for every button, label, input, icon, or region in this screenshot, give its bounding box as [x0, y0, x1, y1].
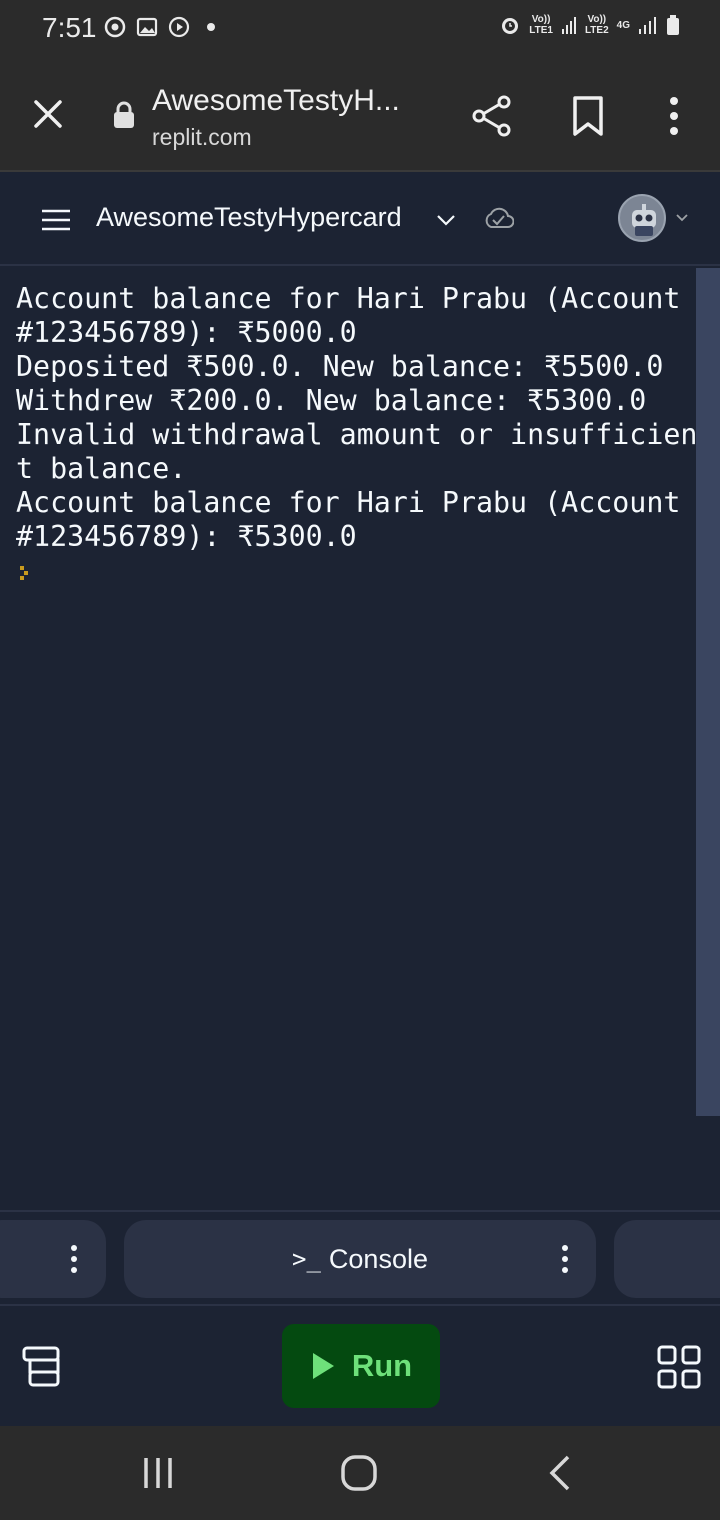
dot-icon [207, 23, 215, 31]
back-icon[interactable] [548, 1454, 572, 1492]
network-lte1: Vo)) LTE1 [529, 14, 553, 36]
console-line: Account balance for Hari Prabu (Account [16, 486, 681, 519]
play-circle-icon [168, 16, 190, 38]
status-bar: 7:51 Vo)) LTE1 Vo)) LTE2 4G [0, 0, 720, 60]
close-icon[interactable] [30, 96, 66, 132]
signal-icon [561, 17, 576, 34]
run-button[interactable]: Run [282, 1324, 440, 1408]
console-line: Invalid withdrawal amount or insufficien [16, 418, 698, 451]
tab-right[interactable] [614, 1220, 720, 1298]
system-icons: Vo)) LTE1 Vo)) LTE2 4G [499, 14, 680, 36]
chrome-icon [104, 16, 126, 38]
more-vertical-icon[interactable] [662, 94, 686, 138]
chevron-down-icon[interactable] [434, 208, 458, 232]
recent-apps-icon[interactable] [140, 1456, 176, 1490]
bookmark-icon[interactable] [570, 94, 606, 138]
tab-console-label-row: >_ Console [124, 1220, 596, 1298]
run-label: Run [351, 1348, 413, 1383]
bottom-toolbar: Run [0, 1306, 720, 1426]
avatar[interactable] [618, 194, 666, 242]
console-line: #123456789): ₹5300.0 [16, 520, 357, 553]
network-lte2: Vo)) LTE2 [584, 14, 609, 36]
more-vertical-icon[interactable] [70, 1244, 78, 1274]
console-line: #123456789): ₹5000.0 [16, 316, 357, 349]
grid-icon[interactable] [656, 1344, 702, 1390]
repl-name[interactable]: AwesomeTestyHypercard [96, 202, 402, 233]
page-domain[interactable]: replit.com [152, 124, 252, 151]
console-output[interactable]: Account balance for Hari Prabu (Account … [0, 266, 698, 1210]
status-time: 7:51 [42, 12, 97, 43]
app-header: AwesomeTestyHypercard [0, 172, 720, 266]
cloud-check-icon [485, 207, 514, 228]
notification-icons [104, 16, 222, 38]
console-line: Withdrew ₹200.0. New balance: ₹5300.0 [16, 384, 647, 417]
console-line: Deposited ₹500.0. New balance: ₹5500.0 [16, 350, 664, 383]
tab-console[interactable]: >_ Console [124, 1220, 596, 1298]
home-icon[interactable] [340, 1454, 378, 1492]
menu-icon[interactable] [40, 208, 72, 232]
layers-icon[interactable] [22, 1346, 62, 1388]
robot-avatar-icon [632, 204, 656, 236]
signal-icon [639, 17, 656, 34]
tab-left[interactable] [0, 1220, 106, 1298]
lock-icon [114, 101, 134, 128]
chevron-down-icon[interactable] [674, 210, 690, 226]
pane-tabs: >_ Console [0, 1210, 720, 1306]
browser-toolbar: AwesomeTestyH... replit.com [0, 60, 720, 172]
tab-console-label: Console [328, 1243, 428, 1274]
share-icon[interactable] [470, 94, 514, 138]
gallery-icon [136, 17, 158, 37]
console-line: t balance. [16, 452, 187, 485]
console-prompt-icon: >_ [292, 1245, 321, 1273]
play-icon [312, 1353, 334, 1379]
battery-icon [667, 15, 679, 35]
console-line: Account balance for Hari Prabu (Account [16, 282, 681, 315]
system-nav-bar [0, 1426, 720, 1520]
network-type: 4G [616, 19, 630, 31]
more-vertical-icon[interactable] [561, 1244, 569, 1274]
alarm-icon [502, 18, 519, 34]
page-title[interactable]: AwesomeTestyH... [152, 84, 422, 118]
prompt-cursor-icon [20, 566, 28, 580]
scrollbar[interactable] [696, 268, 720, 1116]
